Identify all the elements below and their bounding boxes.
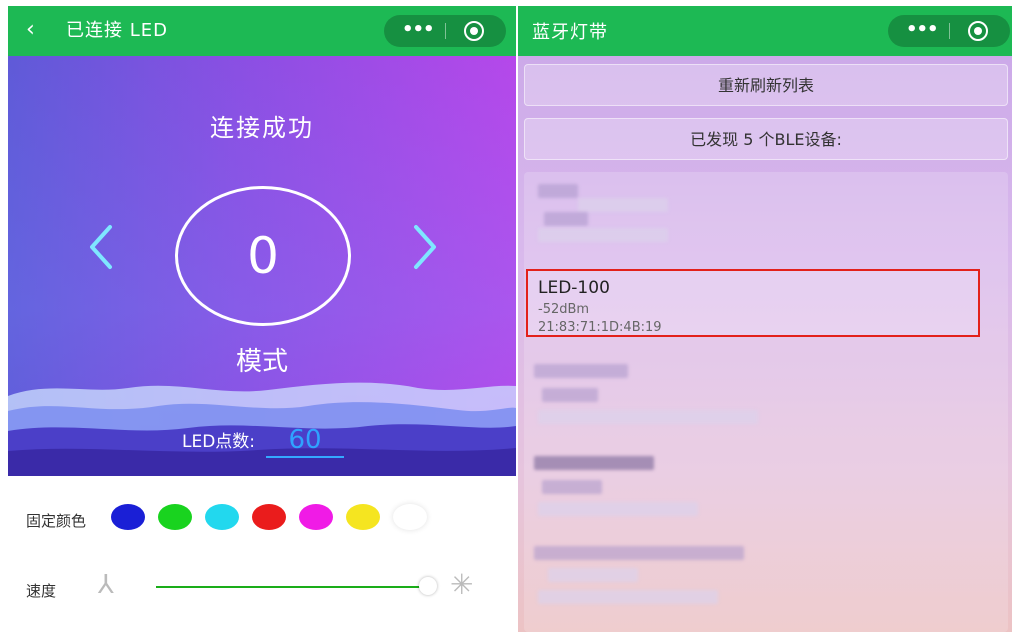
color-swatch-magenta[interactable] (299, 504, 333, 530)
speed-label: 速度 (26, 582, 57, 600)
controls-panel: 固定颜色 速度 ⅄ ✳ (8, 476, 516, 632)
fast-fan-icon: ✳ (450, 568, 474, 601)
more-icon[interactable]: ••• (402, 21, 435, 39)
led-count-input[interactable] (266, 424, 344, 458)
next-mode-icon[interactable] (412, 224, 438, 270)
obscured-device-name (534, 546, 744, 560)
fixed-color-label: 固定颜色 (26, 512, 87, 530)
mode-label: 模式 (235, 347, 288, 377)
speed-slider-thumb[interactable] (418, 577, 437, 595)
color-swatch-yellow[interactable] (346, 504, 380, 530)
device-mac-address: 21:83:71:1D:4B:19 (538, 320, 662, 335)
obscured-device-detail (544, 212, 588, 226)
navigation-bar: ‹ 已连接 LED ••• (8, 6, 516, 56)
wave-decoration (8, 382, 516, 476)
color-swatch-blue[interactable] (111, 504, 145, 530)
led-count-label: LED点数: (182, 432, 256, 452)
obscured-device-detail (538, 410, 758, 424)
capsule-divider (445, 23, 446, 39)
device-list (524, 172, 1008, 632)
obscured-device-name (534, 456, 654, 470)
device-name: LED-100 (538, 278, 610, 298)
obscured-device-detail (548, 568, 638, 582)
refresh-list-button[interactable]: 重新刷新列表 (524, 64, 1008, 106)
mode-hero-panel: 连接成功 0 模式 LED点数: (8, 56, 516, 476)
obscured-device-detail (538, 228, 668, 242)
menu-capsule: ••• (888, 15, 1010, 47)
obscured-device-name (534, 364, 628, 378)
obscured-device-detail (578, 198, 668, 212)
obscured-device-detail (538, 502, 698, 516)
color-swatch-cyan[interactable] (205, 504, 239, 530)
menu-capsule: ••• (384, 15, 506, 47)
bluetooth-list-screen: 蓝牙灯带 ••• 重新刷新列表 已发现 5 个BLE设备: LED-100 -5… (518, 6, 1012, 632)
obscured-device-detail (542, 480, 602, 494)
back-icon[interactable]: ‹ (26, 18, 35, 42)
color-swatch-white[interactable] (393, 504, 427, 530)
led-control-screen: ‹ 已连接 LED ••• 连接成功 0 模式 LED点数: 固定颜色 (8, 6, 516, 632)
connection-status: 连接成功 (210, 114, 314, 142)
color-swatch-red[interactable] (252, 504, 286, 530)
more-icon[interactable]: ••• (906, 21, 939, 39)
obscured-device-name (538, 184, 578, 198)
close-miniprogram-icon[interactable] (968, 21, 988, 41)
color-swatch-green[interactable] (158, 504, 192, 530)
obscured-device-detail (538, 590, 718, 604)
device-item-selected[interactable]: LED-100 -52dBm 21:83:71:1D:4B:19 (526, 269, 980, 337)
previous-mode-icon[interactable] (88, 224, 114, 270)
page-title: 已连接 LED (66, 20, 168, 41)
mode-number: 0 (247, 227, 279, 285)
speed-slider-track[interactable] (156, 586, 436, 588)
found-devices-banner: 已发现 5 个BLE设备: (524, 118, 1008, 160)
slow-fan-icon: ⅄ (98, 570, 114, 600)
device-rssi: -52dBm (538, 302, 590, 317)
close-miniprogram-icon[interactable] (464, 21, 484, 41)
obscured-device-detail (542, 388, 598, 402)
page-title: 蓝牙灯带 (532, 22, 608, 43)
navigation-bar: 蓝牙灯带 ••• (518, 6, 1012, 56)
capsule-divider (949, 23, 950, 39)
